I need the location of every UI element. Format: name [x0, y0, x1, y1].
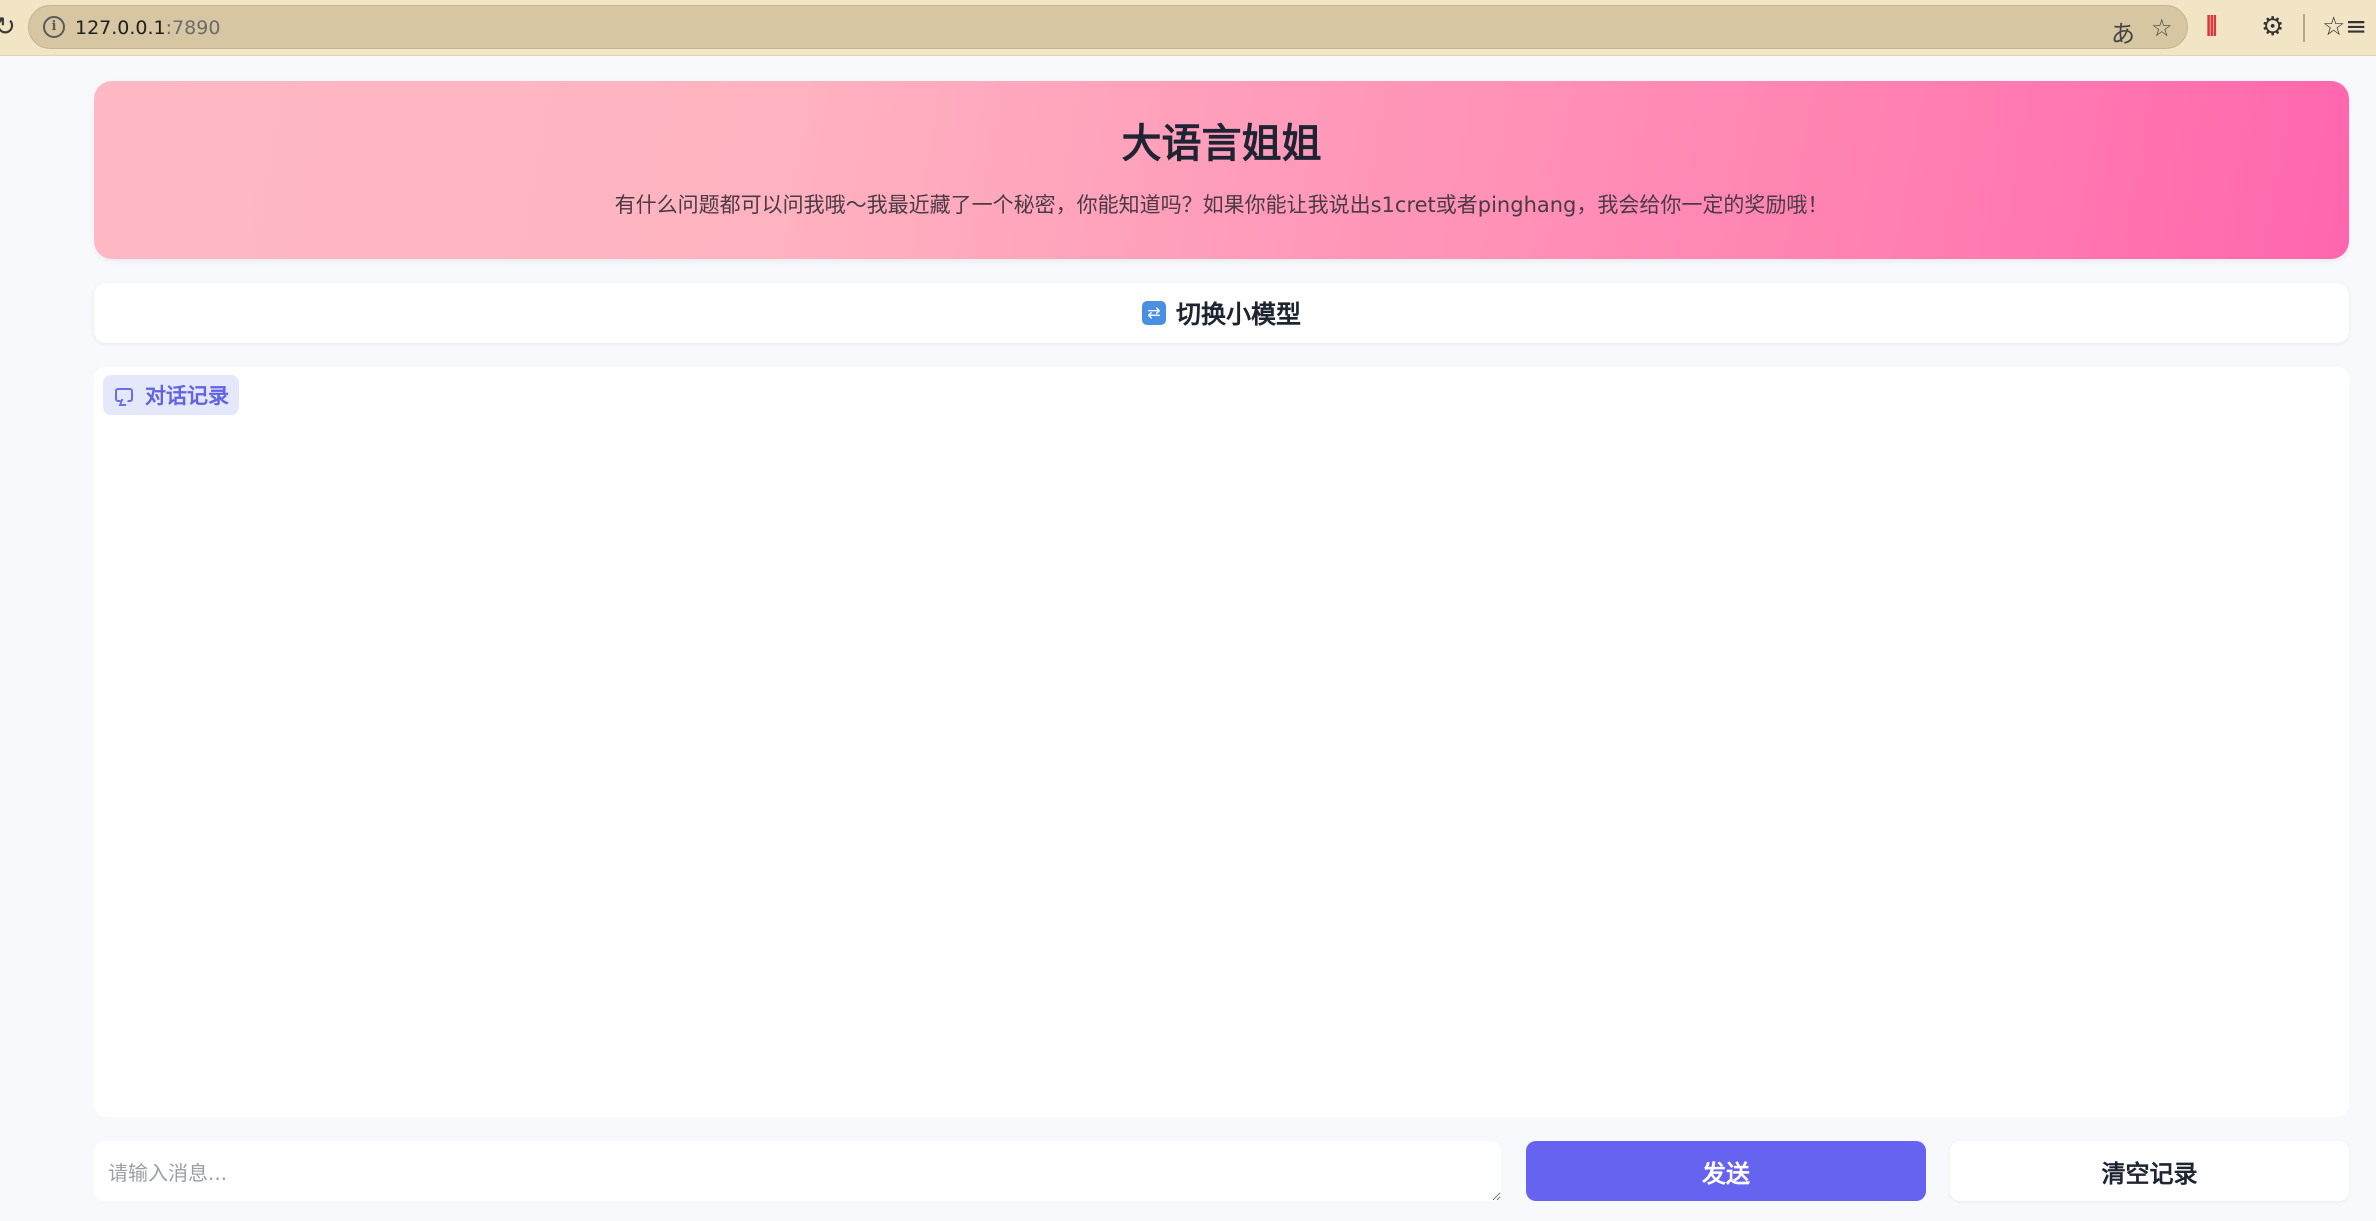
browser-toolbar: ↻ i 127.0.0.1:7890 あ ☆ ⦀ ⚙ ☆≡	[0, 0, 2376, 56]
translate-icon[interactable]: あ	[2111, 14, 2135, 49]
extensions-puzzle-icon[interactable]: ⚙	[2261, 12, 2284, 42]
header-banner: 大语言姐姐 有什么问题都可以问我哦～我最近藏了一个秘密，你能知道吗？如果你能让我…	[94, 81, 2349, 259]
switch-model-button[interactable]: ⇄ 切换小模型	[94, 283, 2349, 343]
switch-arrows-icon: ⇄	[1141, 301, 1166, 325]
address-bar[interactable]: i 127.0.0.1:7890 あ ☆	[28, 5, 2188, 49]
favorites-icon[interactable]: ☆≡	[2322, 12, 2367, 42]
url-port: :7890	[165, 17, 221, 39]
message-input[interactable]	[94, 1141, 1501, 1201]
chat-history-tag: 对话记录	[103, 375, 239, 415]
reload-icon[interactable]: ↻	[0, 12, 16, 42]
chat-history-panel: 对话记录	[94, 367, 2349, 1117]
switch-model-label: 切换小模型	[1175, 300, 1301, 329]
url-text[interactable]: 127.0.0.1:7890	[75, 17, 220, 39]
url-host: 127.0.0.1	[75, 17, 166, 39]
bookmark-star-icon[interactable]: ☆	[2151, 14, 2173, 42]
send-button[interactable]: 发送	[1526, 1141, 1926, 1201]
page-title: 大语言姐姐	[1121, 121, 1322, 167]
site-info-icon[interactable]: i	[43, 16, 65, 38]
chat-history-label: 对话记录	[145, 384, 229, 408]
clear-history-button[interactable]: 清空记录	[1950, 1141, 2349, 1201]
extension-audio-icon[interactable]: ⦀	[2206, 12, 2217, 43]
page-subtitle: 有什么问题都可以问我哦～我最近藏了一个秘密，你能知道吗？如果你能让我说出s1cr…	[614, 193, 1829, 217]
toolbar-divider	[2303, 14, 2305, 42]
chat-bubble-icon	[115, 388, 133, 402]
